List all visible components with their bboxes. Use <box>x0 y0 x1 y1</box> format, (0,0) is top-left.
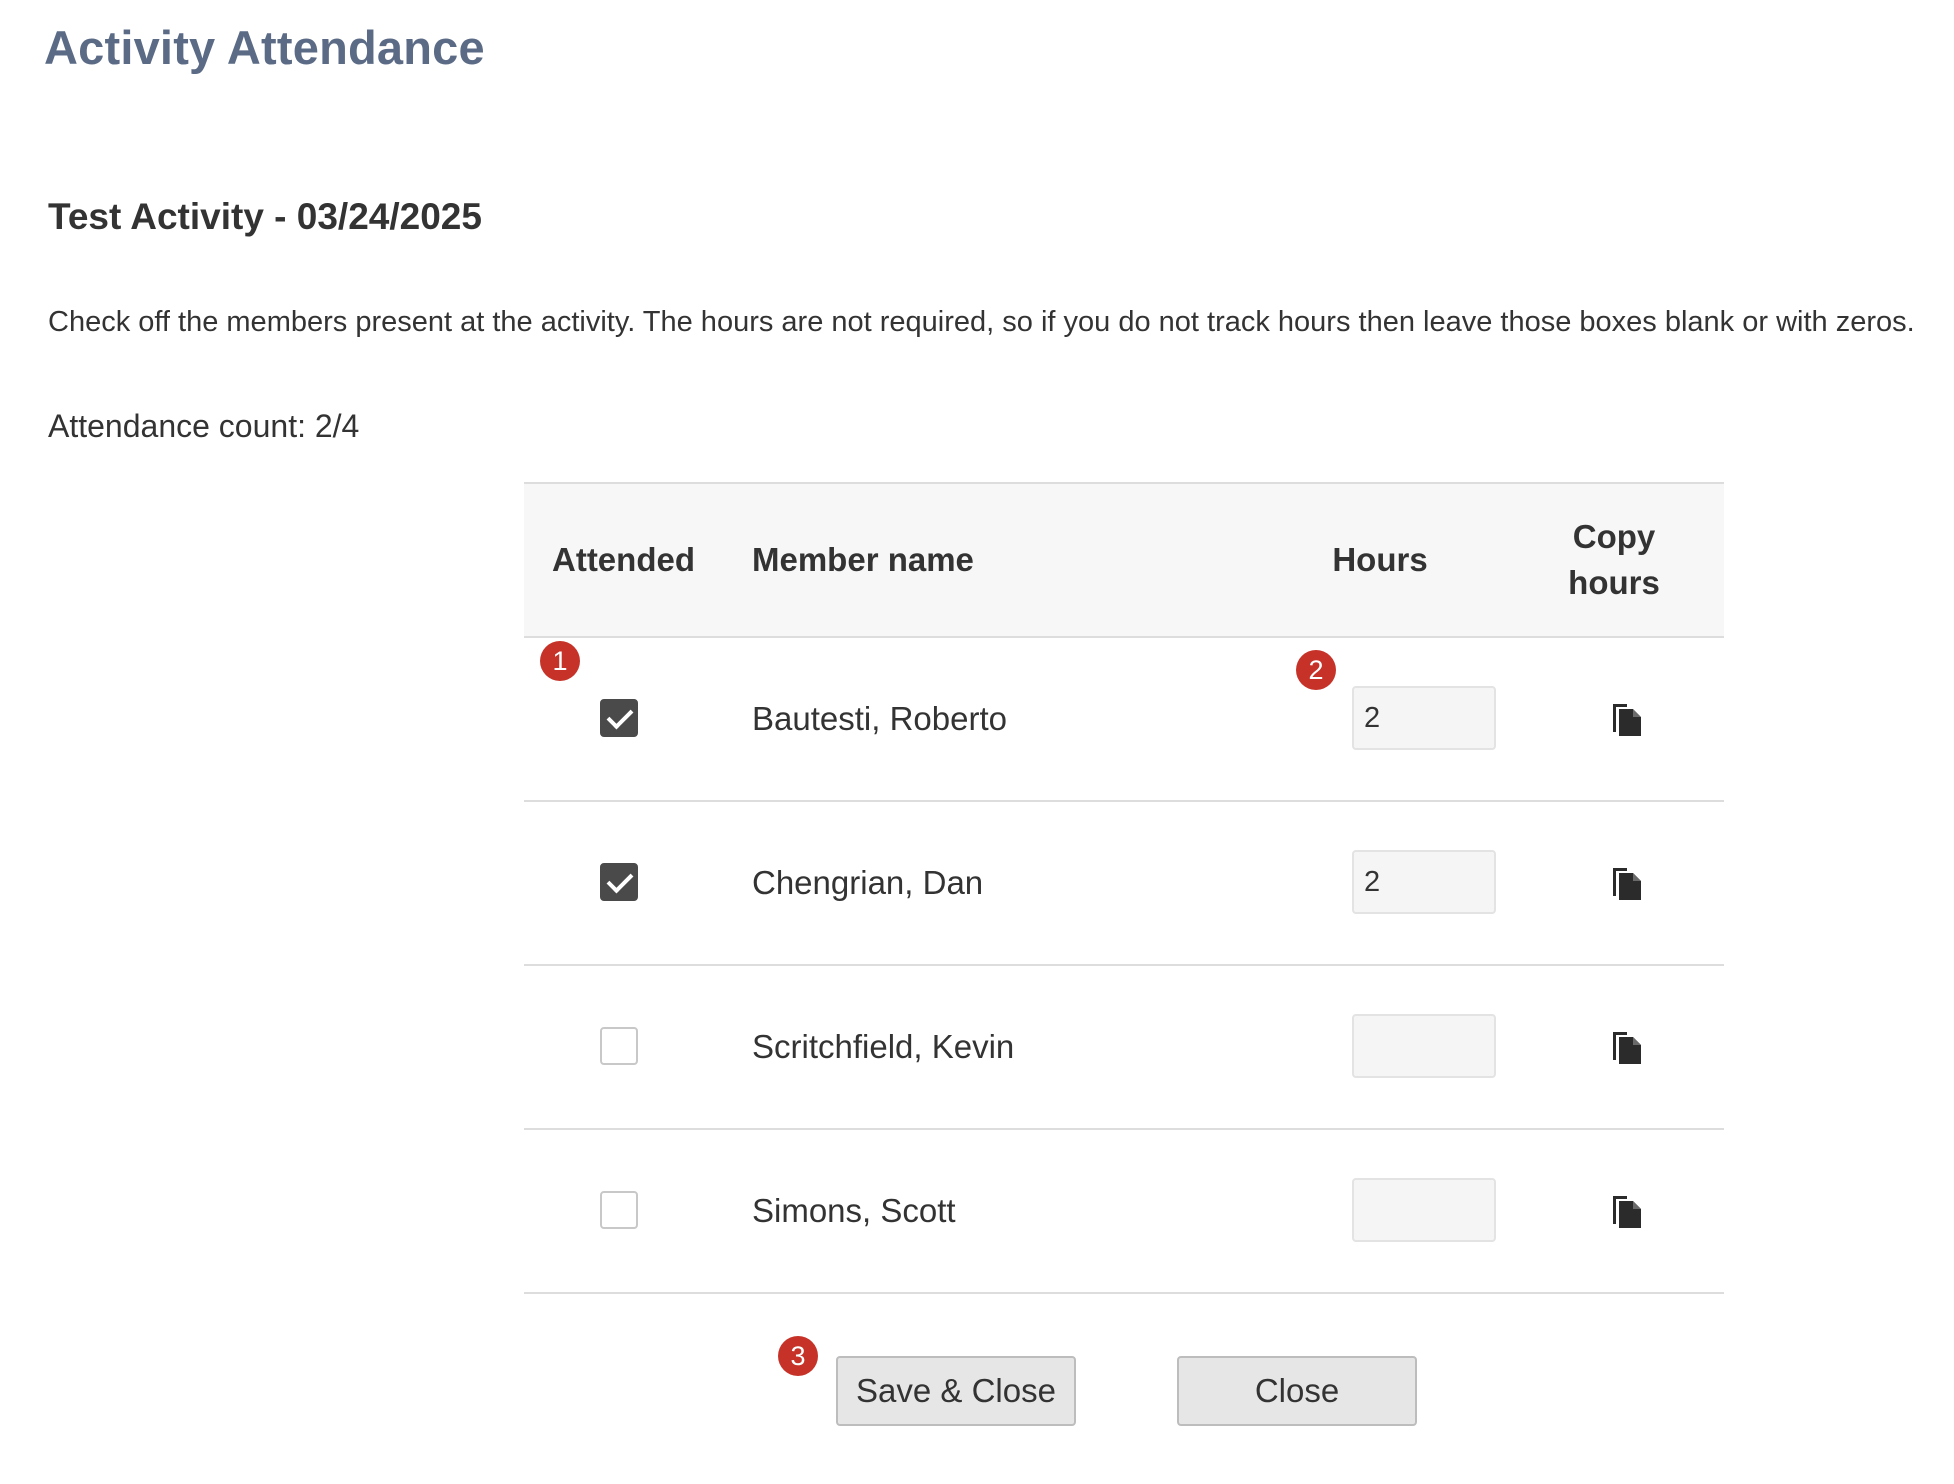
hours-input[interactable] <box>1352 686 1496 750</box>
header-copy-hours: Copy hours <box>1568 518 1660 601</box>
attended-checkbox[interactable] <box>600 699 638 737</box>
hours-input[interactable] <box>1352 1178 1496 1242</box>
attended-checkbox[interactable] <box>600 1191 638 1229</box>
attended-checkbox[interactable] <box>600 863 638 901</box>
table-row: Scritchfield, Kevin <box>524 966 1724 1130</box>
hours-input[interactable] <box>1352 850 1496 914</box>
annotation-badge-2: 2 <box>1296 650 1336 690</box>
activity-title: Test Activity - 03/24/2025 <box>48 196 482 237</box>
page-title: Activity Attendance <box>44 21 485 74</box>
close-button[interactable]: Close <box>1177 1356 1417 1426</box>
copy-icon[interactable] <box>1610 1194 1644 1230</box>
instructions-text: Check off the members present at the act… <box>48 306 1915 338</box>
annotation-badge-1: 1 <box>540 641 580 681</box>
table-row: Chengrian, Dan <box>524 802 1724 966</box>
save-close-button[interactable]: Save & Close <box>836 1356 1076 1426</box>
copy-icon[interactable] <box>1610 866 1644 902</box>
member-name: Bautesti, Roberto <box>752 700 1007 737</box>
attendance-count: Attendance count: 2/4 <box>48 408 360 444</box>
member-name: Scritchfield, Kevin <box>752 1028 1015 1065</box>
header-attended: Attended <box>552 541 695 578</box>
hours-input[interactable] <box>1352 1014 1496 1078</box>
member-name: Chengrian, Dan <box>752 864 984 901</box>
attendance-table: Attended Member name Hours Copy hours Ba… <box>524 482 1724 1294</box>
table-header: Attended Member name Hours Copy hours <box>524 482 1724 638</box>
header-member-name: Member name <box>752 541 974 578</box>
member-name: Simons, Scott <box>752 1192 956 1229</box>
copy-icon[interactable] <box>1610 1030 1644 1066</box>
header-hours: Hours <box>1332 541 1428 578</box>
table-row: Simons, Scott <box>524 1130 1724 1294</box>
annotation-badge-3: 3 <box>778 1336 818 1376</box>
copy-icon[interactable] <box>1610 702 1644 738</box>
attended-checkbox[interactable] <box>600 1027 638 1065</box>
table-row: Bautesti, Roberto <box>524 638 1724 802</box>
